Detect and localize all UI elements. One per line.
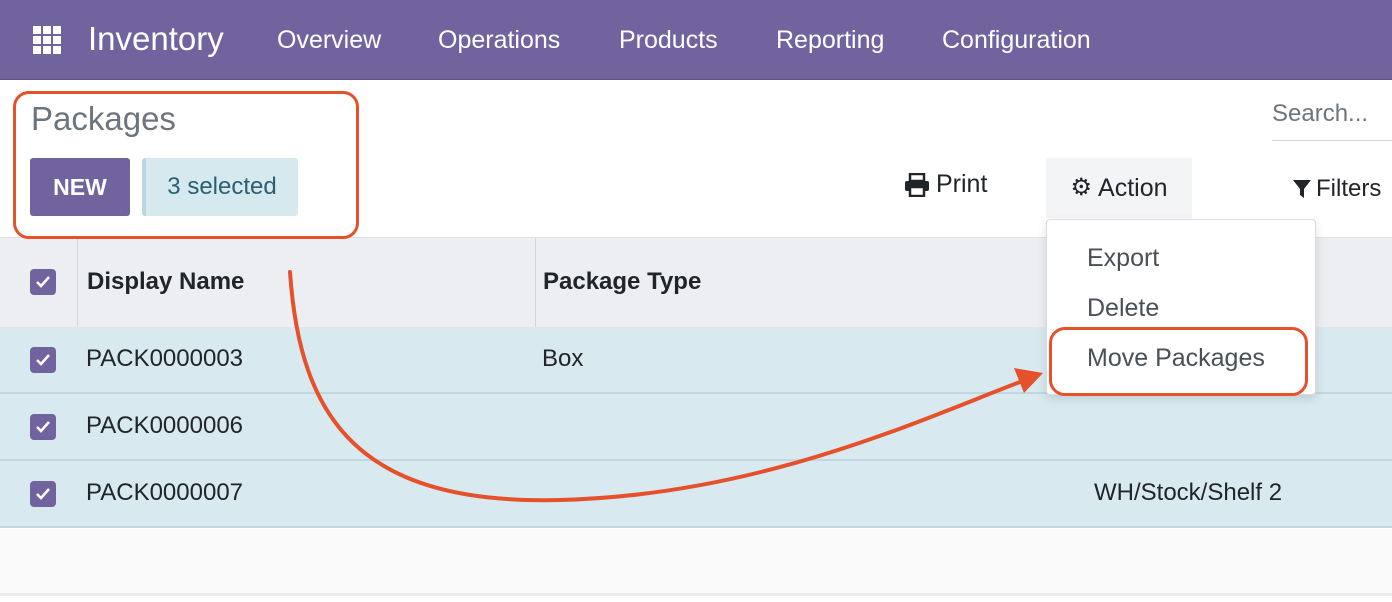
column-header-display-name[interactable]: Display Name [87,268,244,296]
checkmark-icon [36,354,50,366]
row-location: WH/Stock/Shelf 2 [1094,479,1283,506]
filter-icon [1293,180,1311,198]
column-header-package-type[interactable]: Package Type [543,268,701,296]
action-label: Action [1098,173,1168,202]
search-placeholder: Search... [1272,100,1369,127]
menu-item-delete[interactable]: Delete [1087,294,1159,323]
filters-button[interactable]: Filters [1292,175,1381,203]
row-package-type: Box [542,345,584,372]
top-navbar: Inventory Overview Operations Products R… [0,0,1392,80]
menu-reporting[interactable]: Reporting [776,26,884,55]
app-brand[interactable]: Inventory [88,20,224,58]
highlight-box-selection [13,91,359,239]
print-button[interactable]: Print [904,170,987,199]
row-checkbox[interactable] [30,481,56,507]
row-display-name: PACK0000007 [86,479,244,506]
menu-configuration[interactable]: Configuration [942,26,1091,55]
menu-products[interactable]: Products [619,26,718,55]
print-label: Print [936,170,988,198]
menu-overview[interactable]: Overview [277,26,381,55]
menu-operations[interactable]: Operations [438,26,560,55]
gear-icon: ⚙ [1070,174,1093,201]
menu-item-export[interactable]: Export [1087,244,1159,273]
row-display-name: PACK0000006 [86,412,244,439]
checkmark-icon [36,421,50,433]
row-checkbox[interactable] [30,347,56,373]
app-grid-icon[interactable] [33,26,61,54]
divider [0,593,1392,596]
empty-list-area [0,529,1392,593]
action-button[interactable]: ⚙ Action [1046,158,1192,218]
printer-icon [905,172,929,197]
checkmark-icon [36,276,50,288]
search-input[interactable]: Search... [1272,96,1392,141]
column-separator [77,238,78,328]
filters-label: Filters [1316,175,1382,202]
row-display-name: PACK0000003 [86,345,244,372]
column-separator [535,238,536,328]
select-all-checkbox[interactable] [30,269,56,295]
row-checkbox[interactable] [30,414,56,440]
table-row[interactable]: PACK0000006 [0,394,1392,461]
table-row[interactable]: PACK0000007 WH/Stock/Shelf 2 [0,461,1392,528]
checkmark-icon [36,488,50,500]
highlight-box-move-packages [1049,327,1308,396]
